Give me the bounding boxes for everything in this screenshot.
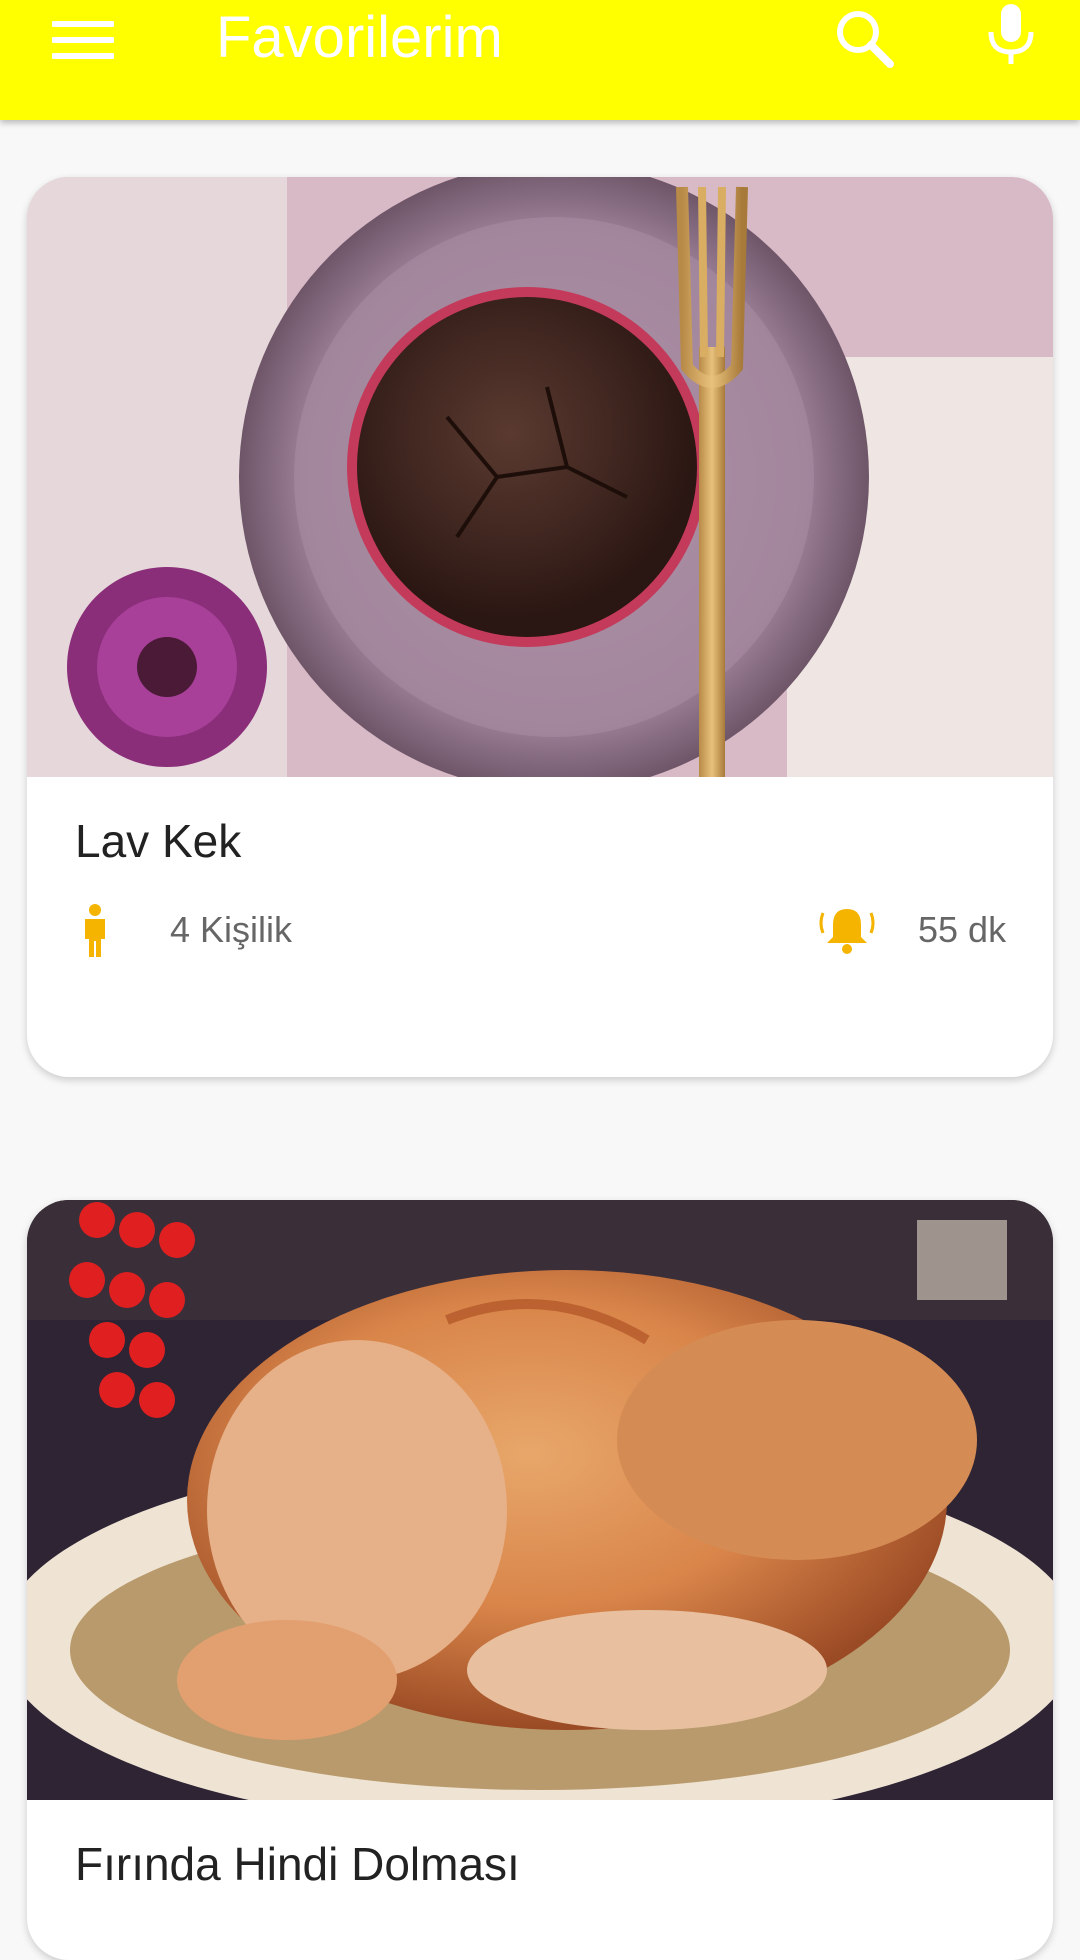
person-icon <box>75 903 115 959</box>
recipe-card[interactable]: Lav Kek 4 Kişilik 55 dk <box>27 177 1053 1077</box>
page-title: Favorilerim <box>216 5 503 70</box>
microphone-icon[interactable] <box>976 0 1046 70</box>
alarm-bell-icon <box>817 899 877 959</box>
recipe-image-turkey <box>27 1200 1053 1800</box>
servings-label: 4 Kişilik <box>170 909 293 950</box>
recipe-title: Lav Kek <box>75 815 242 867</box>
time-label: 55 dk <box>918 909 1007 950</box>
recipe-card[interactable]: Fırında Hindi Dolması <box>27 1200 1053 1960</box>
recipe-image-lava-cake <box>27 177 1053 777</box>
search-icon[interactable] <box>830 4 900 74</box>
recipe-title: Fırında Hindi Dolması <box>75 1838 520 1890</box>
menu-icon[interactable] <box>52 10 114 70</box>
app-bar: Favorilerim <box>0 0 1080 120</box>
